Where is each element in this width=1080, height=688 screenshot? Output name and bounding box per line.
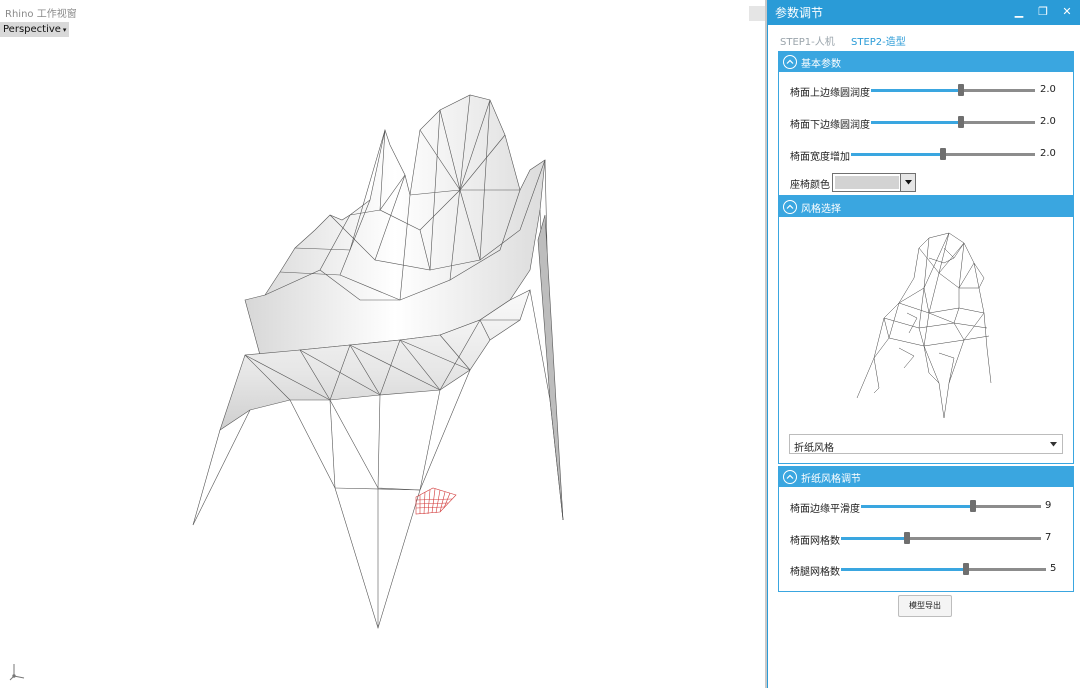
slider-thumb[interactable] xyxy=(958,84,965,96)
slider-fill xyxy=(841,568,967,571)
slider-label: 椅面上边缘圆润度 xyxy=(790,88,870,99)
slider-thumb[interactable] xyxy=(969,500,976,512)
section-title: 风格选择 xyxy=(801,204,841,215)
panel-header: 参数调节 ▁ ❐ ✕ xyxy=(768,0,1080,25)
chevron-up-icon[interactable] xyxy=(783,200,797,214)
chair-model[interactable] xyxy=(0,0,766,688)
rhino-viewport[interactable]: Rhino 工作视窗 Perspective ▾ xyxy=(0,0,766,688)
slider-track[interactable] xyxy=(841,563,1046,575)
style-preview-image xyxy=(856,232,992,419)
slider-fill xyxy=(871,89,962,92)
chevron-up-icon[interactable] xyxy=(783,55,797,69)
view-selector[interactable]: Perspective ▾ xyxy=(0,22,70,37)
slider-label: 椅面下边缘圆润度 xyxy=(790,120,870,131)
section-title: 基本参数 xyxy=(801,59,841,70)
panel-title: 参数调节 xyxy=(775,6,824,20)
slider-track[interactable] xyxy=(871,116,1035,128)
slider-track[interactable] xyxy=(841,532,1041,544)
section-header[interactable]: 折纸风格调节 xyxy=(779,467,1073,487)
slider-track[interactable] xyxy=(861,500,1041,512)
style-dropdown-value: 折纸风格 xyxy=(794,443,834,454)
export-model-button[interactable]: 模型导出 xyxy=(898,595,952,617)
viewport-corner-button[interactable] xyxy=(749,6,766,21)
color-picker[interactable] xyxy=(832,173,916,192)
slider-row: 椅面上边缘圆润度 2.0 xyxy=(779,80,1073,100)
section-header[interactable]: 风格选择 xyxy=(779,197,1073,217)
view-label: Perspective xyxy=(3,24,61,35)
slider-fill xyxy=(861,505,973,508)
slider-row: 椅面网格数 7 xyxy=(779,528,1073,548)
style-dropdown[interactable]: 折纸风格 xyxy=(789,434,1063,454)
tab-step1[interactable]: STEP1-人机 xyxy=(780,33,835,48)
slider-label: 椅面边缘平滑度 xyxy=(790,504,860,515)
parameter-panel: 参数调节 ▁ ❐ ✕ STEP1-人机 STEP2-造型 基本参数 椅面上边缘圆… xyxy=(767,0,1080,688)
slider-row: 椅面宽度增加 2.0 xyxy=(779,144,1073,164)
slider-thumb[interactable] xyxy=(958,116,965,128)
slider-value: 7 xyxy=(1045,532,1052,543)
tab-step2[interactable]: STEP2-造型 xyxy=(851,33,906,48)
chevron-down-icon[interactable] xyxy=(1050,442,1057,447)
slider-value: 2.0 xyxy=(1040,148,1056,159)
slider-thumb[interactable] xyxy=(940,148,946,160)
slider-label: 椅腿网格数 xyxy=(790,567,840,578)
maximize-button[interactable]: ❐ xyxy=(1034,2,1052,22)
slider-fill xyxy=(841,537,907,540)
slider-value: 9 xyxy=(1045,500,1052,511)
slider-value: 5 xyxy=(1050,563,1057,574)
section-header[interactable]: 基本参数 xyxy=(779,52,1073,72)
slider-fill xyxy=(871,121,962,124)
chevron-up-icon[interactable] xyxy=(783,470,797,484)
minimize-button[interactable]: ▁ xyxy=(1010,2,1028,22)
slider-label: 椅面宽度增加 xyxy=(790,152,850,163)
section-basic-params: 基本参数 椅面上边缘圆润度 2.0 椅面下边缘圆润度 2.0 椅面宽度增加 2.… xyxy=(778,51,1074,196)
slider-value: 2.0 xyxy=(1040,84,1056,95)
viewport-title: Rhino 工作视窗 xyxy=(5,9,77,20)
axis-icon xyxy=(9,664,25,681)
slider-thumb[interactable] xyxy=(904,532,910,544)
slider-fill xyxy=(851,153,943,156)
chevron-down-icon[interactable] xyxy=(900,174,915,191)
slider-row: 椅腿网格数 5 xyxy=(779,559,1073,579)
color-swatch xyxy=(835,176,899,189)
slider-track[interactable] xyxy=(871,84,1035,96)
slider-row: 椅面边缘平滑度 9 xyxy=(779,496,1073,516)
slider-value: 2.0 xyxy=(1040,116,1056,127)
slider-thumb[interactable] xyxy=(963,563,970,575)
slider-track[interactable] xyxy=(851,148,1035,160)
slider-row: 椅面下边缘圆润度 2.0 xyxy=(779,112,1073,132)
step-tabs: STEP1-人机 STEP2-造型 xyxy=(768,33,1080,48)
view-caret-icon: ▾ xyxy=(62,26,67,34)
slider-label: 椅面网格数 xyxy=(790,536,840,547)
color-label: 座椅颜色 xyxy=(790,180,830,191)
section-origami-adjust: 折纸风格调节 椅面边缘平滑度 9 椅面网格数 7 椅腿网格数 5 xyxy=(778,466,1074,592)
close-button[interactable]: ✕ xyxy=(1058,2,1076,22)
section-style-select: 风格选择 折纸风格 xyxy=(778,196,1074,464)
section-title: 折纸风格调节 xyxy=(801,474,861,485)
chair-leg-right xyxy=(537,214,564,521)
construction-grid xyxy=(415,487,457,515)
color-row: 座椅颜色 xyxy=(779,172,1073,192)
